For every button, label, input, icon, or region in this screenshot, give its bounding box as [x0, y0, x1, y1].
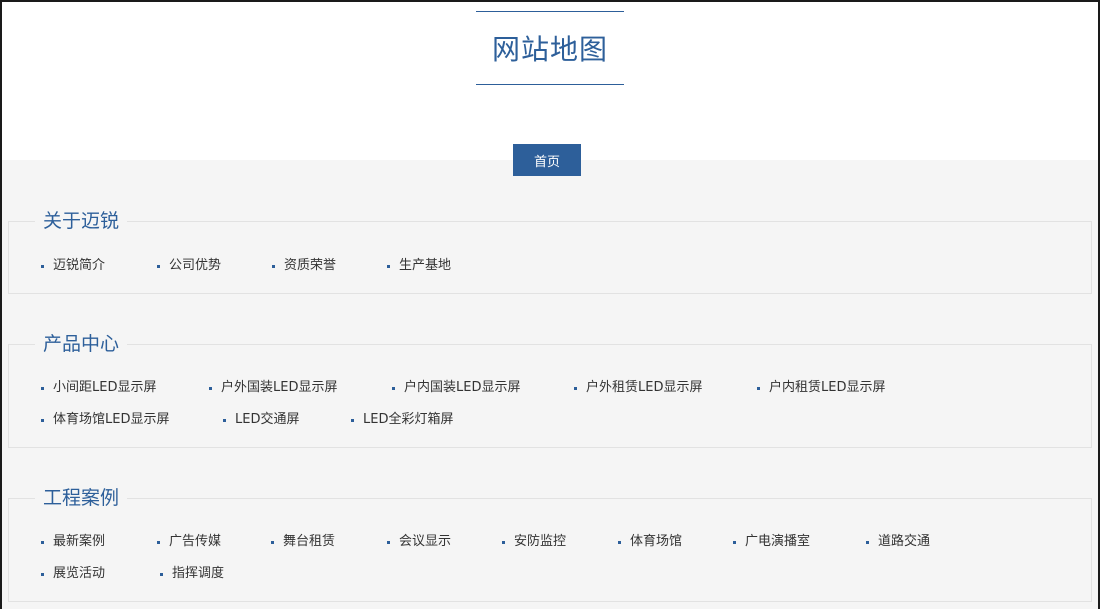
section-products: 产品中心 小间距LED显示屏 户外国装LED显示屏 户内国装LED显示屏 户外租…: [8, 332, 1092, 448]
link-product-item[interactable]: LED交通屏: [223, 410, 299, 430]
link-product-item[interactable]: 户外国装LED显示屏: [209, 378, 337, 398]
link-case-item[interactable]: 舞台租赁: [271, 532, 335, 552]
link-case-item[interactable]: 安防监控: [502, 532, 566, 552]
link-company-intro[interactable]: 迈锐简介: [41, 256, 105, 276]
link-product-item[interactable]: 户内租赁LED显示屏: [757, 378, 885, 398]
home-button[interactable]: 首页: [513, 144, 581, 176]
section-about: 关于迈锐 迈锐简介 公司优势 资质荣誉 生产基地: [8, 209, 1092, 294]
link-case-item[interactable]: 广电演播室: [733, 532, 810, 552]
link-production-base[interactable]: 生产基地: [387, 256, 451, 276]
link-product-item[interactable]: 户内国装LED显示屏: [392, 378, 520, 398]
link-product-item[interactable]: 体育场馆LED显示屏: [41, 410, 169, 430]
link-product-item[interactable]: LED全彩灯箱屏: [351, 410, 453, 430]
title-frame: 网站地图: [476, 11, 624, 85]
link-company-advantages[interactable]: 公司优势: [157, 256, 221, 276]
link-qualifications[interactable]: 资质荣誉: [272, 256, 336, 276]
link-case-item[interactable]: 会议显示: [387, 532, 451, 552]
header-area: 网站地图: [2, 2, 1098, 160]
page-title: 网站地图: [491, 33, 608, 66]
link-case-item[interactable]: 广告传媒: [157, 532, 221, 552]
link-case-item[interactable]: 展览活动: [41, 564, 105, 584]
link-product-item[interactable]: 小间距LED显示屏: [41, 378, 156, 398]
link-case-item[interactable]: 道路交通: [866, 532, 930, 552]
section-title-about: 关于迈锐: [35, 209, 128, 233]
link-case-item[interactable]: 体育场馆: [618, 532, 682, 552]
link-case-item[interactable]: 指挥调度: [160, 564, 224, 584]
section-title-cases: 工程案例: [35, 486, 128, 510]
link-product-item[interactable]: 户外租赁LED显示屏: [574, 378, 702, 398]
section-cases: 工程案例 最新案例 广告传媒 舞台租赁 会议显示 安防监控 体育场馆 广电演播室…: [8, 486, 1092, 602]
section-title-products: 产品中心: [35, 332, 128, 356]
link-case-item[interactable]: 最新案例: [41, 532, 105, 552]
sitemap-content: 首页 关于迈锐 迈锐简介 公司优势 资质荣誉 生产基地 产品中心 小间距LED显…: [2, 144, 1098, 609]
